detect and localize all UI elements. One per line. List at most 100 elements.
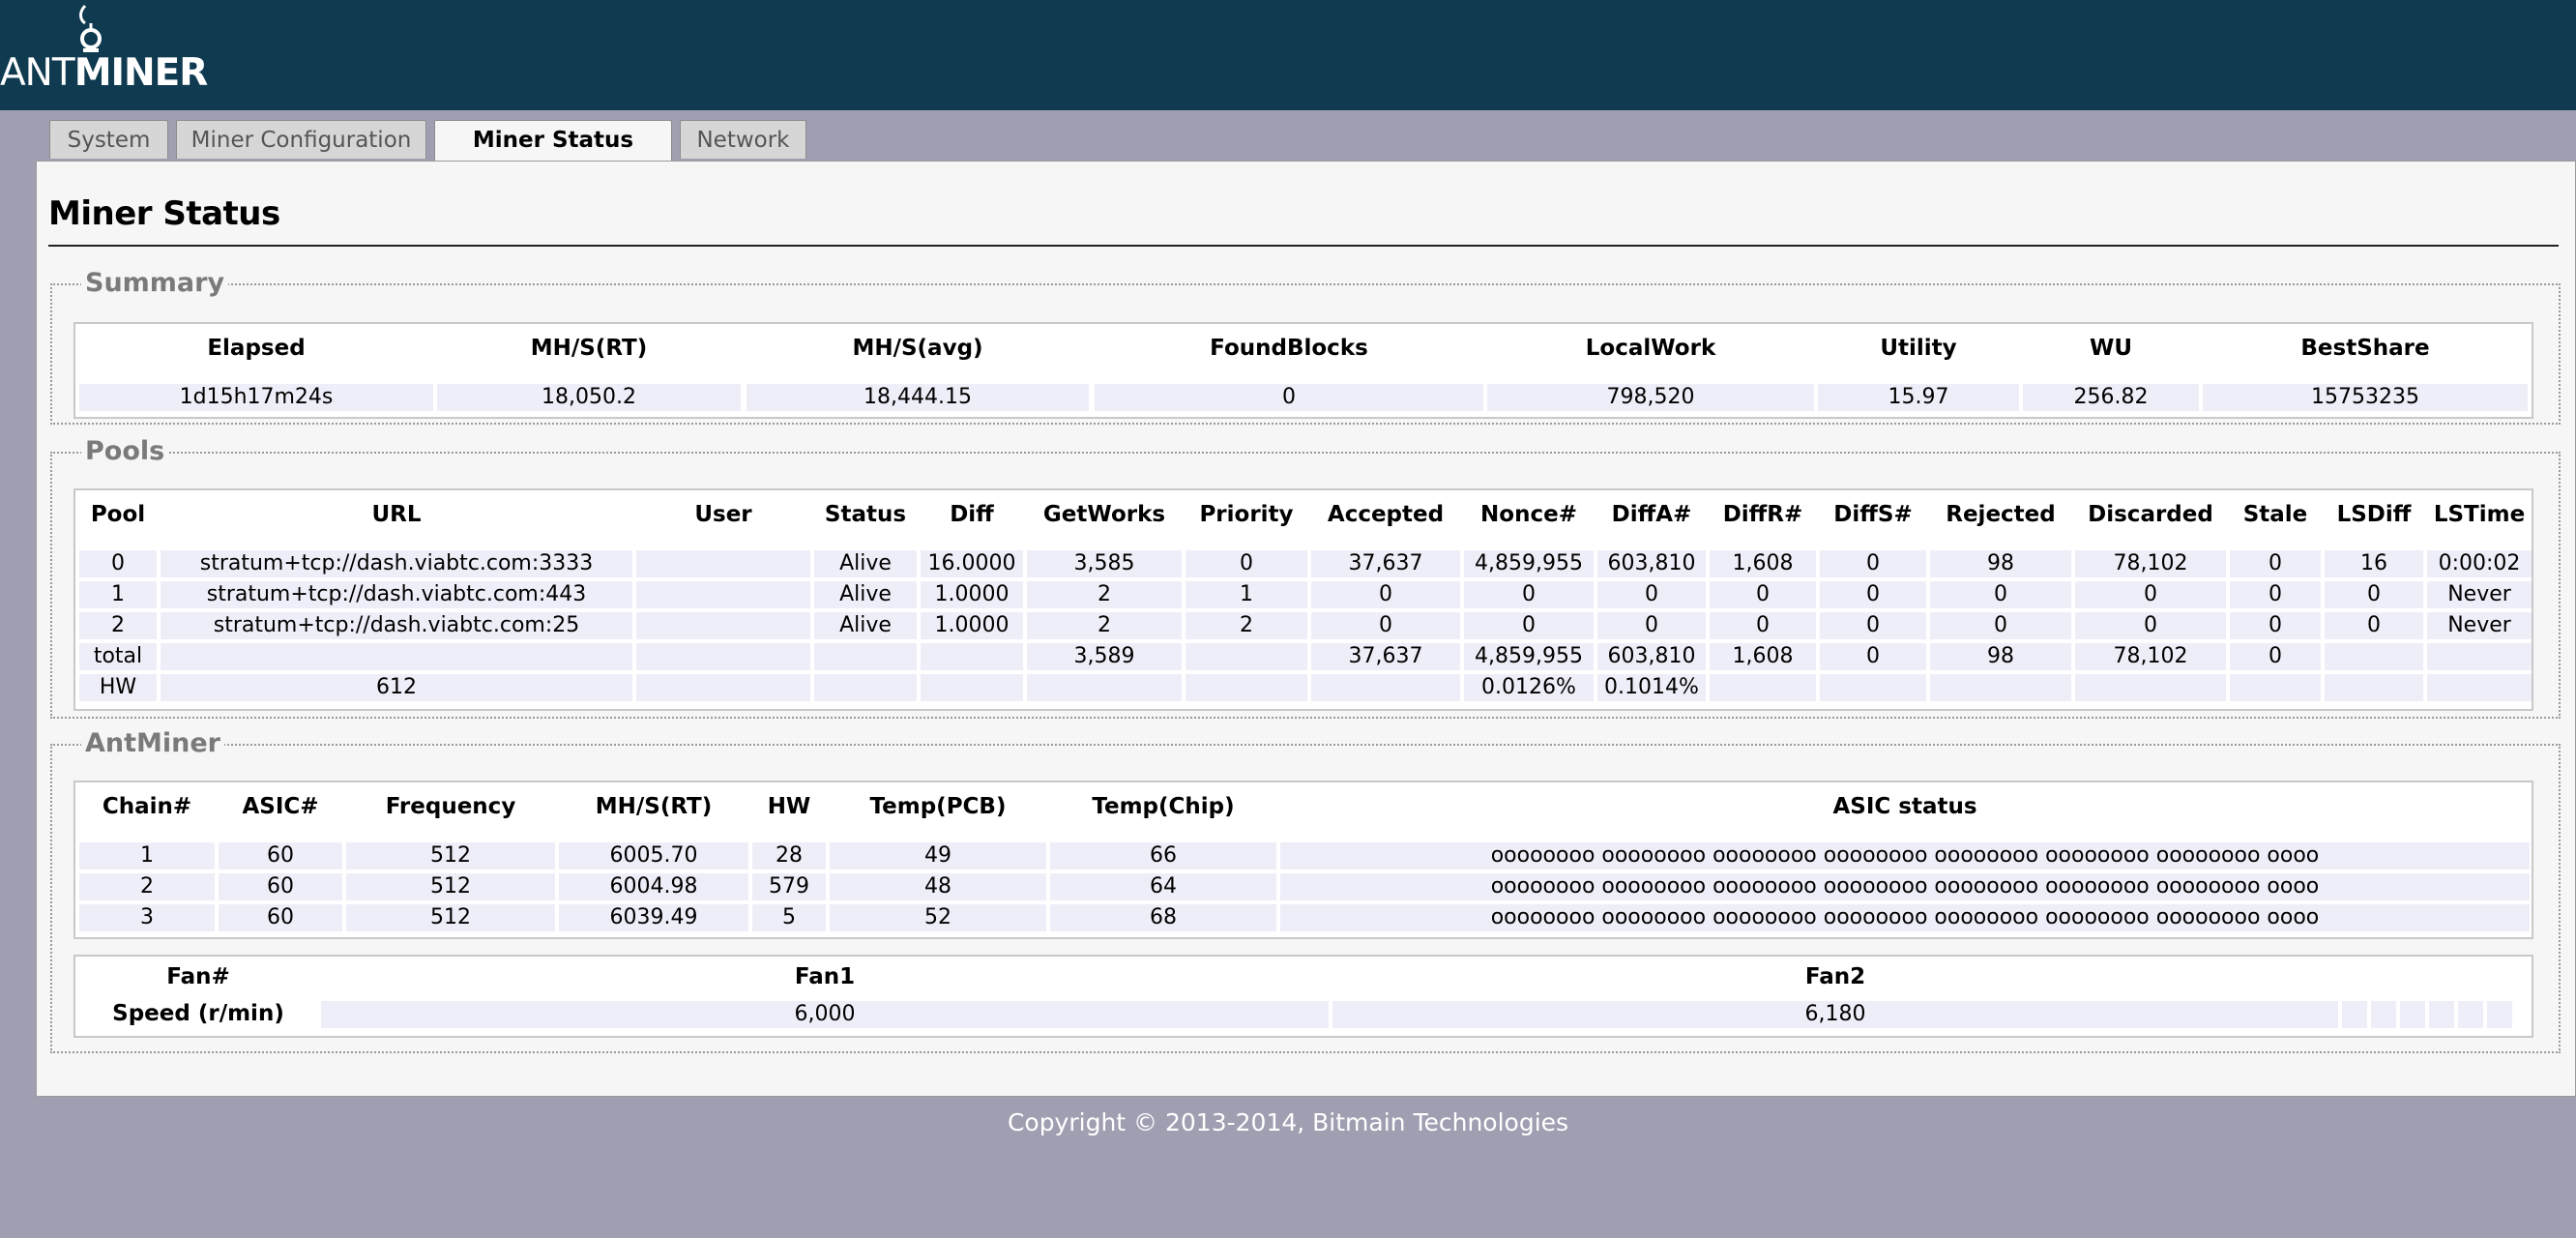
pools-cell: 0: [1464, 612, 1594, 639]
chain-cell: 3: [79, 904, 215, 931]
tab-network[interactable]: Network: [680, 120, 806, 159]
pools-cell: 603,810: [1597, 550, 1706, 577]
pools-header: Rejected: [1946, 502, 2056, 527]
pools-cell: [161, 643, 632, 670]
chain-cell: 6004.98: [559, 873, 748, 900]
pools-cell: stratum+tcp://dash.viabtc.com:3333: [161, 550, 632, 577]
pools-cell: 0.0126%: [1464, 674, 1594, 701]
summary-header: Utility: [1880, 336, 1957, 361]
chain-cell: 49: [830, 842, 1046, 870]
logo-ant: ANT: [0, 51, 75, 95]
summary-header: BestShare: [2300, 336, 2430, 361]
antenna-icon: [79, 4, 102, 52]
pools-cell: 0: [2325, 581, 2423, 608]
pools-cell: 0: [1820, 643, 1926, 670]
fan-header: Fan1: [794, 964, 856, 989]
pools-cell: 0: [2230, 612, 2321, 639]
pools-cell: 0: [2230, 581, 2321, 608]
pools-cell: 98: [1930, 550, 2071, 577]
pools-header: Diff: [950, 502, 994, 527]
pools-cell: 0: [1710, 581, 1816, 608]
pools-cell: [2427, 643, 2532, 670]
pools-cell: 612: [161, 674, 632, 701]
pools-cell: 0: [1311, 581, 1460, 608]
pools-cell: 1.0000: [921, 612, 1023, 639]
pools-cell: 0: [1930, 581, 2071, 608]
fan-empty-cell: [2400, 1001, 2425, 1028]
pools-cell: [636, 643, 810, 670]
chain-header: Temp(PCB): [869, 794, 1007, 819]
pools-cell: 0: [2075, 581, 2226, 608]
chain-cell: 48: [830, 873, 1046, 900]
summary-header: FoundBlocks: [1210, 336, 1368, 361]
summary-value: 18,050.2: [437, 384, 741, 411]
pools-cell: [1311, 674, 1460, 701]
summary-legend: Summary: [81, 266, 229, 301]
pools-cell: 2: [1186, 612, 1307, 639]
pools-header: Pool: [90, 502, 146, 527]
fan-empty-cell: [2429, 1001, 2454, 1028]
chain-header: ASIC#: [242, 794, 319, 819]
antminer-section: AntMiner Chain# 1 2 3 ASIC# 60 60 60 Frequency 51…: [50, 726, 2561, 1053]
chain-cell: 52: [830, 904, 1046, 931]
chain-cell: oooooooo oooooooo oooooooo oooooooo oooo…: [1280, 842, 2530, 870]
pools-cell: Alive: [814, 550, 917, 577]
pools-cell: 0: [1820, 612, 1926, 639]
chain-header: HW: [767, 794, 811, 819]
pools-cell: 1: [79, 581, 157, 608]
title-divider: [48, 245, 2559, 247]
pools-header: URL: [371, 502, 422, 527]
pools-cell: stratum+tcp://dash.viabtc.com:25: [161, 612, 632, 639]
pools-cell: 603,810: [1597, 643, 1706, 670]
pools-cell: [2325, 643, 2423, 670]
chain-cell: oooooooo oooooooo oooooooo oooooooo oooo…: [1280, 873, 2530, 900]
pools-cell: [921, 674, 1023, 701]
summary-table: Elapsed 1d15h17m24s MH/S(RT) 18,050.2 MH/S(a…: [73, 322, 2533, 419]
summary-header: LocalWork: [1585, 336, 1716, 361]
pools-cell: 78,102: [2075, 643, 2226, 670]
tab-miner-status[interactable]: Miner Status: [434, 120, 672, 162]
chain-cell: oooooooo oooooooo oooooooo oooooooo oooo…: [1280, 904, 2530, 931]
pools-cell: 0: [2230, 550, 2321, 577]
chain-cell: 60: [219, 873, 342, 900]
pools-cell: [2427, 674, 2532, 701]
chain-cell: 512: [346, 873, 555, 900]
pools-cell: 0: [1597, 612, 1706, 639]
pools-cell: 16.0000: [921, 550, 1023, 577]
pools-cell: 0: [2230, 643, 2321, 670]
pools-header: DiffS#: [1833, 502, 1913, 527]
pools-header: Nonce#: [1480, 502, 1577, 527]
pools-cell: Never: [2427, 612, 2532, 639]
pools-cell: 0.1014%: [1597, 674, 1706, 701]
pools-header: GetWorks: [1042, 502, 1166, 527]
pools-cell: Never: [2427, 581, 2532, 608]
pools-cell: 0:00:02: [2427, 550, 2532, 577]
logo-miner: MINER: [73, 51, 209, 95]
pools-header: Status: [824, 502, 907, 527]
chain-cell: 68: [1050, 904, 1276, 931]
pools-cell: [1930, 674, 2071, 701]
summary-header: MH/S(RT): [530, 336, 648, 361]
summary-value: 15753235: [2203, 384, 2528, 411]
tab-miner-configuration[interactable]: Miner Configuration: [176, 120, 426, 159]
chain-cell: 512: [346, 842, 555, 870]
chain-cell: 60: [219, 842, 342, 870]
pools-cell: 2: [1027, 612, 1182, 639]
fan-row-label: Speed (r/min): [112, 1001, 284, 1026]
pools-header: User: [694, 502, 752, 527]
pools-cell: 0: [1710, 612, 1816, 639]
pools-header: LSTime: [2433, 502, 2526, 527]
tab-system[interactable]: System: [49, 120, 168, 159]
footer-copyright: Copyright © 2013-2014, Bitmain Technolog…: [1007, 1108, 1569, 1136]
summary-value: 15.97: [1818, 384, 2019, 411]
pools-cell: 0: [2325, 612, 2423, 639]
pools-header: Discarded: [2088, 502, 2213, 527]
chain-cell: 66: [1050, 842, 1276, 870]
pools-cell: 0: [79, 550, 157, 577]
antminer-logo[interactable]: ANTMINER: [0, 0, 208, 110]
pools-cell: 0: [1820, 581, 1926, 608]
fan-header: Fan#: [166, 964, 230, 989]
summary-value: 18,444.15: [746, 384, 1089, 411]
pools-cell: Alive: [814, 581, 917, 608]
pools-cell: [636, 581, 810, 608]
